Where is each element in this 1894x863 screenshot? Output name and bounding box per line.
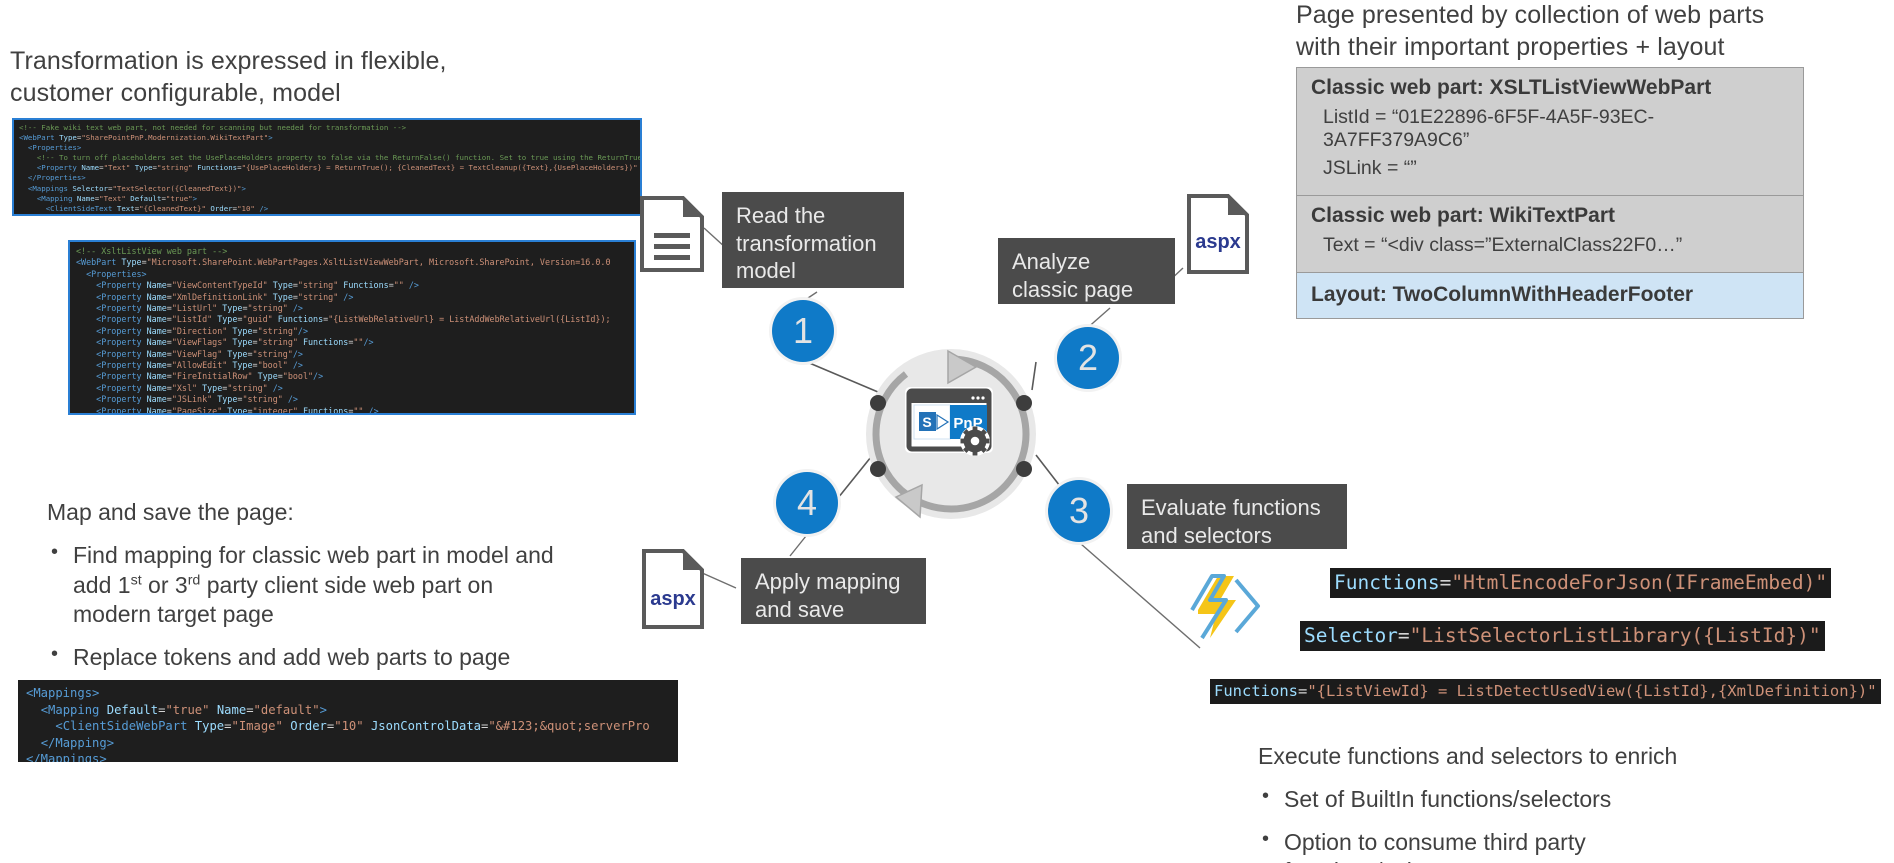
callout-step-2: Analyze classic page bbox=[998, 238, 1175, 304]
code-block-xsltlistviewwebpart: <!-- XsltListView web part --> <WebPart … bbox=[68, 240, 636, 415]
webpart-property: JSLink = “” bbox=[1323, 157, 1417, 179]
webpart-card: Classic web part: WikiTextPart Text = “<… bbox=[1296, 196, 1804, 273]
callout-step-1: Read the transformation model bbox=[722, 192, 904, 288]
step-number-4: 4 bbox=[776, 472, 838, 534]
webparts-panel: Classic web part: XSLTListViewWebPart Li… bbox=[1296, 67, 1804, 319]
aspx-label: aspx bbox=[1195, 231, 1241, 253]
logo-s-letter: S bbox=[922, 414, 931, 430]
webpart-property: ListId = “01E22896-6F5F-4A5F-93EC-3A7FF3… bbox=[1323, 106, 1655, 151]
layout-card: Layout: TwoColumnWithHeaderFooter bbox=[1296, 273, 1804, 319]
sharepoint-pnp-logo: S PnP bbox=[905, 387, 993, 456]
webpart-title: Classic web part: WikiTextPart bbox=[1311, 204, 1616, 227]
code-block-wikitextpart: <!-- Fake wiki text web part, not needed… bbox=[12, 118, 642, 216]
webpart-property: Text = “<div class=”ExternalClass22F0…” bbox=[1323, 234, 1683, 256]
step-number-3: 3 bbox=[1048, 480, 1110, 542]
step-number-1: 1 bbox=[772, 300, 834, 362]
gear-icon bbox=[960, 426, 990, 456]
slide-canvas: Transformation is expressed in flexible,… bbox=[0, 0, 1894, 863]
callout-step-4: Apply mapping and save bbox=[741, 558, 926, 624]
aspx-label: aspx bbox=[650, 588, 696, 610]
aspx-file-icon: aspx bbox=[642, 549, 704, 629]
webpart-title: Classic web part: XSLTListViewWebPart bbox=[1311, 76, 1712, 99]
webpart-card: Classic web part: XSLTListViewWebPart Li… bbox=[1296, 67, 1804, 196]
lightning-icon bbox=[1190, 574, 1260, 640]
document-icon bbox=[640, 196, 704, 272]
callout-step-3: Evaluate functions and selectors bbox=[1127, 484, 1347, 549]
code-block-mappings: <Mappings> <Mapping Default="true" Name=… bbox=[18, 680, 678, 762]
layout-label: Layout: TwoColumnWithHeaderFooter bbox=[1311, 283, 1694, 306]
step-number-2: 2 bbox=[1057, 327, 1119, 389]
aspx-file-icon: aspx bbox=[1187, 194, 1249, 274]
